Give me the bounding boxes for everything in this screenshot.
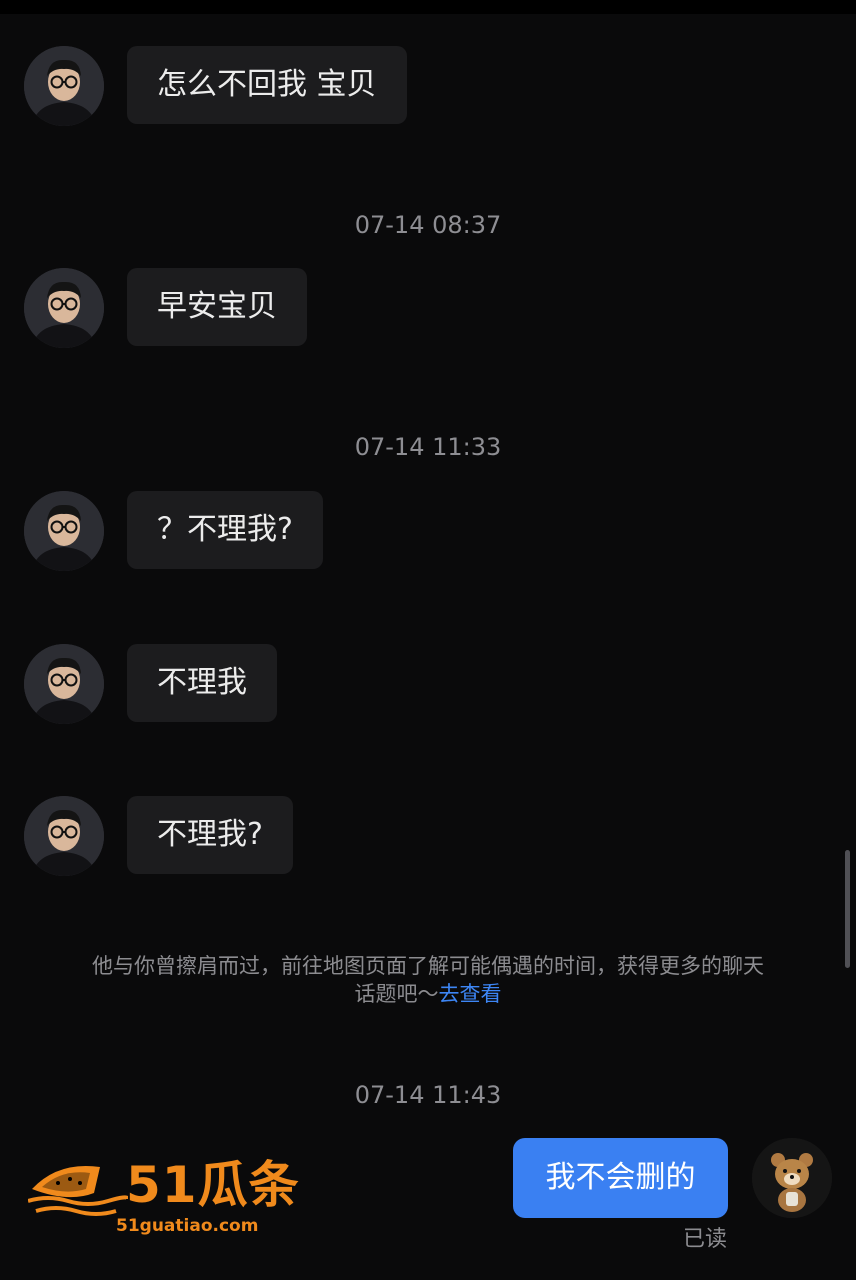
watermelon-logo-icon xyxy=(28,1165,128,1216)
read-receipt: 已读 xyxy=(682,1227,727,1252)
encounter-tip-text: 他与你曾擦肩而过，前往地图页面了解可能偶遇的时间，获得更多的聊天话题吧～ xyxy=(92,954,764,1006)
person-avatar-icon xyxy=(24,491,104,571)
message-timestamp: 07-14 08:37 xyxy=(354,211,502,239)
my-avatar[interactable] xyxy=(752,1138,832,1218)
watermark-domain: 51guatiao.com xyxy=(116,1216,259,1236)
scrollbar-thumb[interactable] xyxy=(845,850,850,968)
contact-avatar[interactable] xyxy=(24,268,104,348)
view-map-link[interactable]: 去查看 xyxy=(439,982,502,1006)
outgoing-message-bubble[interactable]: 我不会删的 xyxy=(513,1138,728,1218)
watermark-brand: 51瓜条 xyxy=(126,1156,300,1214)
message-timestamp: 07-14 11:33 xyxy=(354,433,502,461)
incoming-message-bubble[interactable]: 不理我 xyxy=(127,644,277,722)
person-avatar-icon xyxy=(24,796,104,876)
contact-avatar[interactable] xyxy=(24,46,104,126)
contact-avatar[interactable] xyxy=(24,644,104,724)
contact-avatar[interactable] xyxy=(24,491,104,571)
site-watermark: 51瓜条 51guatiao.com xyxy=(28,1155,300,1240)
status-bar xyxy=(0,0,856,14)
incoming-message-bubble[interactable]: 怎么不回我 宝贝 xyxy=(127,46,407,124)
person-avatar-icon xyxy=(24,644,104,724)
incoming-message-bubble[interactable]: 不理我? xyxy=(127,796,293,874)
encounter-tip: 他与你曾擦肩而过，前往地图页面了解可能偶遇的时间，获得更多的聊天话题吧～去查看 xyxy=(90,952,766,1008)
bear-avatar-icon xyxy=(752,1138,832,1218)
incoming-message-bubble[interactable]: ？不理我? xyxy=(127,491,323,569)
contact-avatar[interactable] xyxy=(24,796,104,876)
incoming-message-bubble[interactable]: 早安宝贝 xyxy=(127,268,307,346)
message-timestamp: 07-14 11:43 xyxy=(354,1081,502,1109)
person-avatar-icon xyxy=(24,46,104,126)
person-avatar-icon xyxy=(24,268,104,348)
chat-screen: 怎么不回我 宝贝 07-14 08:37 早安宝贝 07-14 11:33 ？不… xyxy=(0,0,856,1280)
